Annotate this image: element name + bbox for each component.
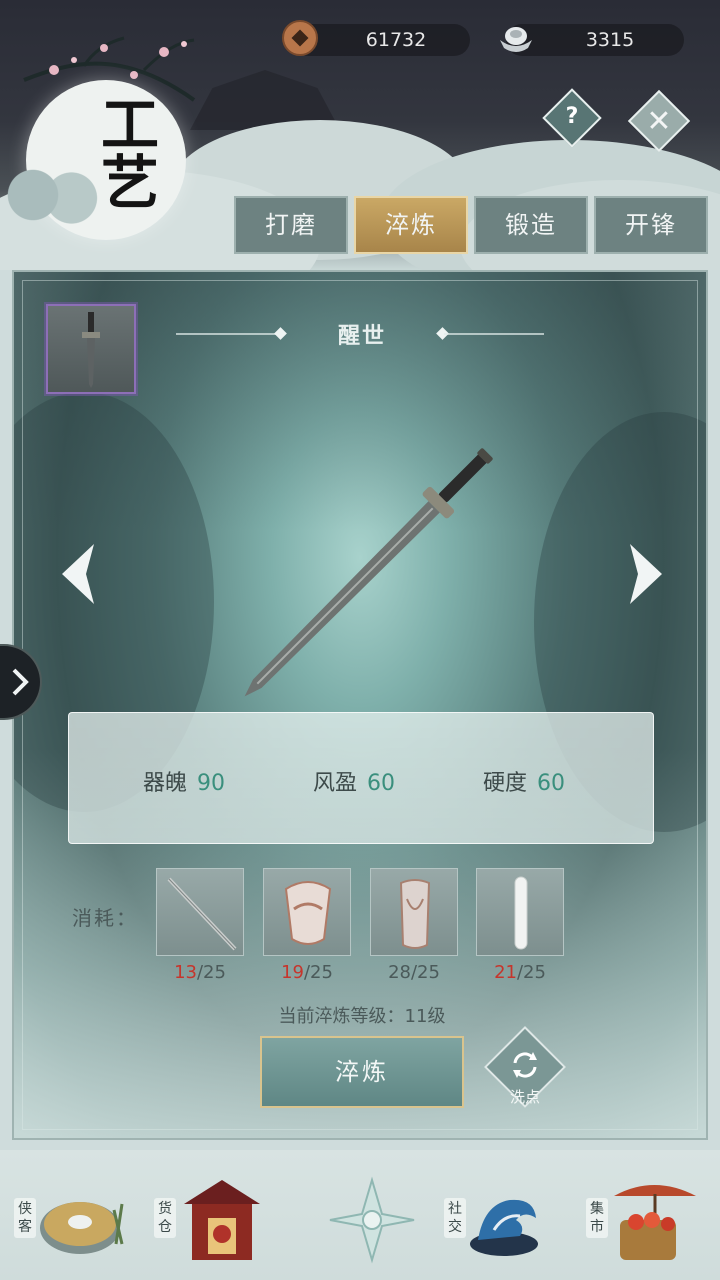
tab-polish[interactable]: 打磨 — [234, 196, 348, 254]
material-have: 21 — [494, 962, 517, 983]
wash-points-label: 洗点 — [509, 1088, 540, 1106]
compass-icon — [329, 1176, 415, 1264]
nav-social[interactable]: 社交 — [440, 1170, 560, 1270]
stats-card: 器魄 90 风盈 60 硬度 60 — [68, 712, 654, 844]
close-icon: ✕ — [646, 104, 672, 139]
material-count: 21/25 — [476, 962, 564, 983]
shop-icon — [184, 1180, 260, 1260]
tab-refine[interactable]: 淬炼 — [354, 196, 468, 254]
tab-forge[interactable]: 锻造 — [474, 196, 588, 254]
nav-home[interactable] — [300, 1170, 420, 1270]
material-count: 28/25 — [370, 962, 458, 983]
stat-value: 90 — [197, 771, 226, 796]
material-slot[interactable] — [476, 868, 564, 956]
material-slot[interactable] — [156, 868, 244, 956]
nav-tag: 货仓 — [154, 1198, 176, 1238]
nav-tag: 集市 — [586, 1198, 608, 1238]
material-need: /25 — [516, 962, 546, 983]
rod-icon — [167, 877, 237, 951]
refine-button[interactable]: 淬炼 — [260, 1036, 464, 1108]
material-have: 19 — [281, 962, 304, 983]
silver-ingot-icon — [500, 27, 532, 52]
material-need: /25 — [410, 962, 440, 983]
armor-piece-icon — [284, 881, 332, 945]
market-icon — [614, 1185, 696, 1260]
material-have: 28 — [388, 962, 411, 983]
stat-label: 器魄 — [143, 771, 188, 796]
material-have: 13 — [174, 962, 197, 983]
page-title-char-2: 艺 — [100, 149, 159, 217]
material-need: /25 — [303, 962, 333, 983]
cloud-decoration — [0, 165, 110, 225]
previous-weapon-button[interactable] — [58, 542, 98, 606]
stat-value: 60 — [367, 771, 396, 796]
stat-item: 器魄 90 — [143, 765, 225, 797]
nav-tag: 社交 — [444, 1198, 466, 1238]
chevron-right-icon — [12, 668, 29, 696]
refine-panel: 醒世 器魄 90 风盈 60 硬度 60 消耗： 13/25 19/25 28/… — [12, 270, 708, 1140]
weapon-name: 醒世 — [337, 324, 386, 349]
help-icon: ? — [565, 104, 579, 129]
tab-sharpen[interactable]: 开锋 — [594, 196, 708, 254]
jade-bar-icon — [514, 876, 528, 950]
name-divider — [444, 333, 544, 335]
nav-heroes[interactable]: 侠客 — [10, 1170, 130, 1270]
stat-value: 60 — [537, 771, 566, 796]
nav-market[interactable]: 集市 — [582, 1170, 702, 1270]
material-slot[interactable] — [370, 868, 458, 956]
bracer-icon — [399, 879, 431, 949]
refine-level-text: 当前淬炼等级：11级 — [278, 1006, 446, 1027]
consume-label: 消耗： — [72, 906, 138, 930]
material-need: /25 — [196, 962, 226, 983]
nav-tag: 侠客 — [14, 1198, 36, 1238]
copper-coin-icon — [282, 20, 318, 56]
stat-item: 风盈 60 — [313, 765, 395, 797]
material-count: 13/25 — [156, 962, 244, 983]
next-weapon-button[interactable] — [626, 542, 666, 606]
stat-item: 硬度 60 — [483, 765, 565, 797]
stat-label: 硬度 — [483, 771, 528, 796]
material-count: 19/25 — [263, 962, 351, 983]
refresh-icon — [513, 1052, 537, 1078]
disc-icon — [40, 1202, 124, 1254]
sword-preview-icon — [244, 448, 493, 697]
material-slot[interactable] — [263, 868, 351, 956]
nav-warehouse[interactable]: 货仓 — [150, 1170, 270, 1270]
stat-label: 风盈 — [313, 771, 358, 796]
wave-icon — [470, 1199, 538, 1256]
